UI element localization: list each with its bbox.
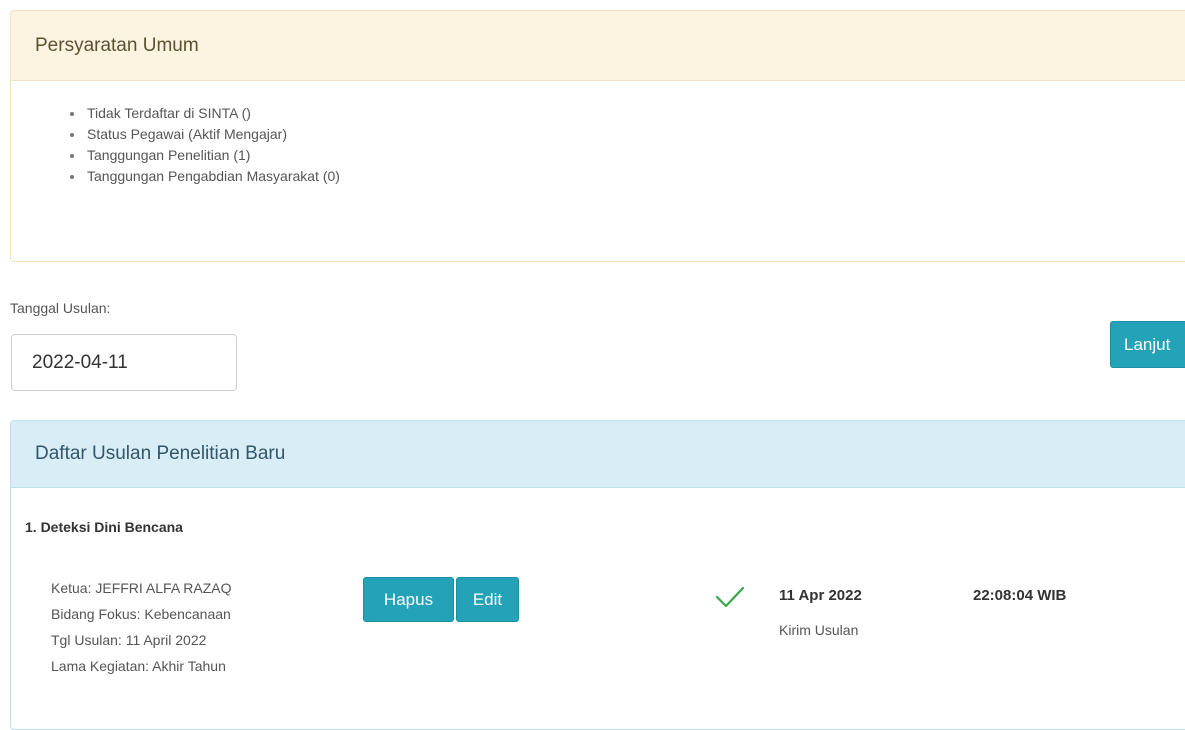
proposal-date: Tgl Usulan: 11 April 2022 — [51, 632, 207, 648]
requirements-panel: Persyaratan Umum Tidak Terdaftar di SINT… — [10, 10, 1185, 262]
edit-button[interactable]: Edit — [456, 577, 519, 622]
proposal-ketua: Ketua: JEFFRI ALFA RAZAQ — [51, 580, 232, 596]
proposal-details: Ketua: JEFFRI ALFA RAZAQ Bidang Fokus: K… — [51, 575, 232, 679]
status-text: Kirim Usulan — [779, 622, 859, 638]
date-input[interactable] — [11, 334, 237, 391]
proposal-duration: Lama Kegiatan: Akhir Tahun — [51, 658, 226, 674]
requirement-item: Tanggungan Penelitian (1) — [70, 145, 1185, 166]
date-label: Tanggal Usulan: — [10, 300, 111, 316]
requirement-item: Status Pegawai (Aktif Mengajar) — [70, 124, 1185, 145]
proposal-title: 1. Deteksi Dini Bencana — [25, 519, 183, 535]
proposals-panel: Daftar Usulan Penelitian Baru 1. Deteksi… — [10, 420, 1185, 730]
requirements-list: Tidak Terdaftar di SINTA () Status Pegaw… — [11, 81, 1185, 187]
next-button[interactable]: Lanjut — [1110, 321, 1185, 368]
status-date: 11 Apr 2022 — [779, 587, 862, 604]
check-icon — [715, 586, 745, 608]
delete-button[interactable]: Hapus — [363, 577, 454, 622]
proposal-bidang: Bidang Fokus: Kebencanaan — [51, 606, 231, 622]
status-time: 22:08:04 WIB — [973, 587, 1067, 604]
requirement-item: Tanggungan Pengabdian Masyarakat (0) — [70, 166, 1185, 187]
proposals-title: Daftar Usulan Penelitian Baru — [11, 421, 1185, 488]
requirements-title: Persyaratan Umum — [11, 11, 1185, 81]
requirement-item: Tidak Terdaftar di SINTA () — [70, 103, 1185, 124]
